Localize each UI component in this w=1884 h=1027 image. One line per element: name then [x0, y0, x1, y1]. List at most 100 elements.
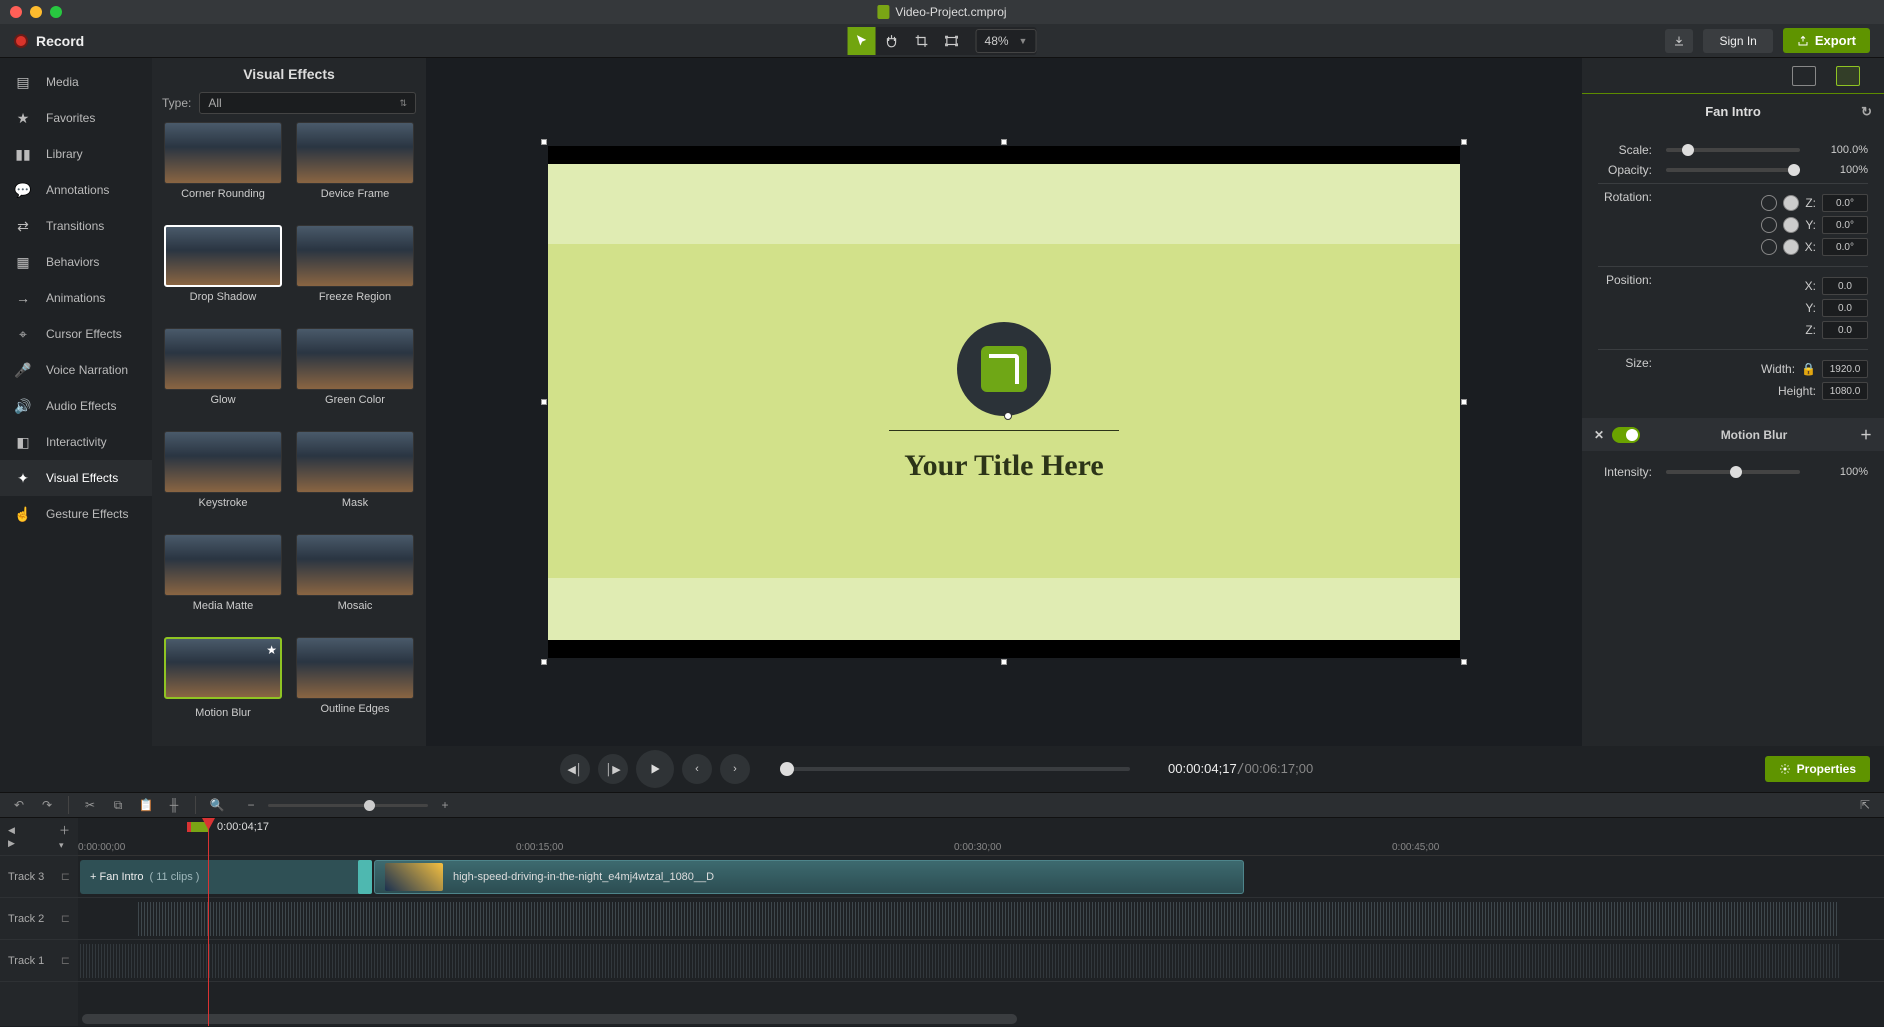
- effect-item-green-color[interactable]: Green Color: [294, 328, 416, 425]
- effect-item-glow[interactable]: Glow: [162, 328, 284, 425]
- prev-frame-button[interactable]: ◀│: [560, 754, 590, 784]
- play-button[interactable]: [636, 750, 674, 788]
- rail-item-gesture-effects[interactable]: ☝Gesture Effects: [0, 496, 152, 532]
- undo-button[interactable]: ↶: [8, 795, 30, 815]
- timeline-zoom-slider[interactable]: [268, 804, 428, 807]
- timeline-ruler[interactable]: 0:00:04;17 0:00:00;000:00:15;000:00:30;0…: [78, 818, 1884, 856]
- marker-prev-button[interactable]: ◀: [8, 825, 15, 836]
- resize-handle[interactable]: [541, 139, 547, 145]
- resize-handle[interactable]: [541, 399, 547, 405]
- resize-handle[interactable]: [1461, 399, 1467, 405]
- marker-next-button[interactable]: ▶: [8, 838, 15, 849]
- effect-item-mask[interactable]: Mask: [294, 431, 416, 528]
- rotate-handle[interactable]: [1004, 412, 1012, 420]
- paste-button[interactable]: 📋: [135, 795, 157, 815]
- canvas-selection[interactable]: Your Title Here: [544, 142, 1464, 662]
- resize-handle[interactable]: [541, 659, 547, 665]
- rotate-dial-icon[interactable]: [1783, 195, 1799, 211]
- timeline-track[interactable]: [78, 898, 1884, 940]
- scale-slider[interactable]: [1666, 148, 1800, 152]
- timeline-track[interactable]: + Fan Intro ( 11 clips ) high-speed-driv…: [78, 856, 1884, 898]
- prev-clip-button[interactable]: ‹: [682, 754, 712, 784]
- resize-handle[interactable]: [1461, 139, 1467, 145]
- rotate-y-icon[interactable]: [1761, 217, 1777, 233]
- add-track-button[interactable]: ＋: [59, 822, 70, 838]
- lock-icon[interactable]: 🔒: [1801, 362, 1816, 376]
- effect-item-corner-rounding[interactable]: Corner Rounding: [162, 122, 284, 219]
- lock-icon[interactable]: ⊏: [61, 912, 70, 925]
- cut-button[interactable]: ✂: [79, 795, 101, 815]
- audio-clip[interactable]: [80, 944, 1840, 978]
- properties-button[interactable]: Properties: [1765, 756, 1870, 782]
- resize-handle[interactable]: [1001, 659, 1007, 665]
- position-x-field[interactable]: 0.0: [1822, 277, 1868, 295]
- rail-item-media[interactable]: ▤Media: [0, 64, 152, 100]
- track-options-button[interactable]: ▾: [59, 840, 70, 851]
- track-header[interactable]: Track 3⊏: [0, 856, 78, 898]
- rail-item-favorites[interactable]: ★Favorites: [0, 100, 152, 136]
- rotate-x-icon[interactable]: [1761, 239, 1777, 255]
- width-field[interactable]: 1920.0: [1822, 360, 1868, 378]
- rail-item-audio-effects[interactable]: 🔊Audio Effects: [0, 388, 152, 424]
- add-effect-icon[interactable]: ＋: [1860, 426, 1872, 443]
- select-tool[interactable]: [848, 27, 876, 55]
- canvas-area[interactable]: Your Title Here: [426, 58, 1582, 746]
- intensity-slider[interactable]: [1666, 470, 1800, 474]
- copy-button[interactable]: ⧉: [107, 795, 129, 815]
- record-button[interactable]: Record: [0, 33, 98, 49]
- timeline-zoom-in-button[interactable]: +: [434, 795, 456, 815]
- properties-tab-layout[interactable]: [1836, 66, 1860, 86]
- resize-handle[interactable]: [1001, 139, 1007, 145]
- smart-focus-tool[interactable]: [938, 27, 966, 55]
- rail-item-behaviors[interactable]: ▦Behaviors: [0, 244, 152, 280]
- lock-icon[interactable]: ⊏: [61, 870, 70, 883]
- effect-enabled-toggle[interactable]: [1612, 427, 1640, 443]
- rail-item-transitions[interactable]: ⇄Transitions: [0, 208, 152, 244]
- transition-icon[interactable]: [358, 860, 372, 894]
- position-z-field[interactable]: 0.0: [1822, 321, 1868, 339]
- playhead[interactable]: [208, 818, 209, 1026]
- rail-item-animations[interactable]: →Animations: [0, 280, 152, 316]
- rail-item-annotations[interactable]: 💬Annotations: [0, 172, 152, 208]
- rail-item-voice-narration[interactable]: 🎤Voice Narration: [0, 352, 152, 388]
- height-field[interactable]: 1080.0: [1822, 382, 1868, 400]
- timeline-scrollbar[interactable]: [82, 1014, 1880, 1024]
- rail-item-library[interactable]: ▮▮Library: [0, 136, 152, 172]
- reset-icon[interactable]: ↻: [1861, 104, 1872, 120]
- download-button[interactable]: [1665, 29, 1693, 53]
- clip-group[interactable]: + Fan Intro ( 11 clips ): [80, 860, 370, 894]
- effect-item-motion-blur[interactable]: ★Motion Blur: [162, 637, 284, 738]
- playback-scrubber[interactable]: [780, 767, 1130, 771]
- track-header[interactable]: Track 2⊏: [0, 898, 78, 940]
- lock-icon[interactable]: ⊏: [61, 954, 70, 967]
- next-frame-button[interactable]: │▶: [598, 754, 628, 784]
- position-y-field[interactable]: 0.0: [1822, 299, 1868, 317]
- video-clip[interactable]: high-speed-driving-in-the-night_e4mj4wtz…: [374, 860, 1244, 894]
- audio-clip[interactable]: [138, 902, 1838, 936]
- crop-tool[interactable]: [908, 27, 936, 55]
- effect-item-device-frame[interactable]: Device Frame: [294, 122, 416, 219]
- rail-item-cursor-effects[interactable]: ⌖Cursor Effects: [0, 316, 152, 352]
- effect-item-keystroke[interactable]: Keystroke: [162, 431, 284, 528]
- signin-button[interactable]: Sign In: [1703, 29, 1772, 53]
- effect-item-media-matte[interactable]: Media Matte: [162, 534, 284, 631]
- canvas-zoom-dropdown[interactable]: 48% ▼: [976, 29, 1037, 53]
- fullscreen-window-icon[interactable]: [50, 6, 62, 18]
- rotate-dial-icon[interactable]: [1783, 217, 1799, 233]
- minimize-window-icon[interactable]: [30, 6, 42, 18]
- export-button[interactable]: Export: [1783, 28, 1870, 53]
- effect-item-drop-shadow[interactable]: Drop Shadow: [162, 225, 284, 322]
- rotation-z-field[interactable]: 0.0°: [1822, 194, 1868, 212]
- rotate-z-icon[interactable]: [1761, 195, 1777, 211]
- rotation-x-field[interactable]: 0.0°: [1822, 238, 1868, 256]
- rotation-y-field[interactable]: 0.0°: [1822, 216, 1868, 234]
- timeline-detach-button[interactable]: ⇱: [1854, 795, 1876, 815]
- rail-item-visual-effects[interactable]: ✦Visual Effects: [0, 460, 152, 496]
- track-header[interactable]: Track 1⊏: [0, 940, 78, 982]
- remove-effect-icon[interactable]: ✕: [1594, 428, 1604, 442]
- effect-item-mosaic[interactable]: Mosaic: [294, 534, 416, 631]
- effects-type-dropdown[interactable]: All ⇅: [199, 92, 416, 114]
- pan-tool[interactable]: [878, 27, 906, 55]
- timeline-track[interactable]: [78, 940, 1884, 982]
- resize-handle[interactable]: [1461, 659, 1467, 665]
